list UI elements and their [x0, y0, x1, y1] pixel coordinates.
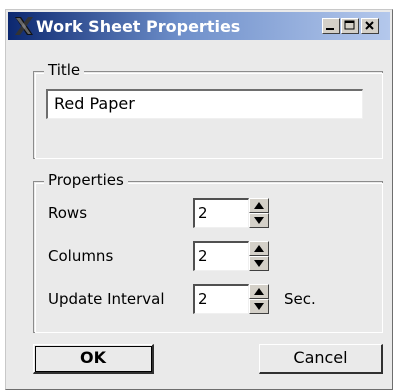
update-interval-label: Update Interval: [48, 290, 165, 308]
rows-input[interactable]: 2: [193, 198, 249, 228]
rows-spinbox: 2: [193, 198, 275, 228]
title-bar[interactable]: Work Sheet Properties: [8, 12, 390, 40]
close-icon: [365, 21, 374, 30]
arrow-up-icon: [254, 288, 264, 295]
arrow-down-icon: [254, 260, 264, 267]
maximize-icon: [344, 20, 355, 30]
minimize-button[interactable]: [322, 18, 340, 34]
update-interval-spinbox: 2: [193, 284, 275, 314]
title-input[interactable]: Red Paper: [46, 89, 363, 119]
cancel-button[interactable]: Cancel: [259, 344, 383, 374]
update-interval-unit: Sec.: [284, 290, 316, 308]
arrow-up-icon: [254, 202, 264, 209]
arrow-down-icon: [254, 303, 264, 310]
close-button[interactable]: [361, 18, 379, 34]
arrow-up-icon: [254, 245, 264, 252]
columns-label: Columns: [48, 247, 114, 265]
columns-input[interactable]: 2: [193, 241, 249, 271]
update-interval-decrement-button[interactable]: [249, 299, 269, 314]
update-interval-increment-button[interactable]: [249, 284, 269, 299]
columns-decrement-button[interactable]: [249, 256, 269, 271]
update-interval-input[interactable]: 2: [193, 284, 249, 314]
minimize-icon: [326, 28, 334, 30]
columns-increment-button[interactable]: [249, 241, 269, 256]
maximize-button[interactable]: [341, 18, 359, 34]
title-group-label: Title: [44, 61, 85, 79]
rows-label: Rows: [48, 204, 88, 222]
rows-increment-button[interactable]: [249, 198, 269, 213]
columns-spinbox: 2: [193, 241, 275, 271]
rows-decrement-button[interactable]: [249, 213, 269, 228]
ok-button[interactable]: OK: [33, 344, 154, 374]
properties-group-label: Properties: [44, 171, 128, 189]
arrow-down-icon: [254, 217, 264, 224]
x-app-icon[interactable]: [14, 16, 34, 36]
window-title: Work Sheet Properties: [36, 17, 241, 36]
